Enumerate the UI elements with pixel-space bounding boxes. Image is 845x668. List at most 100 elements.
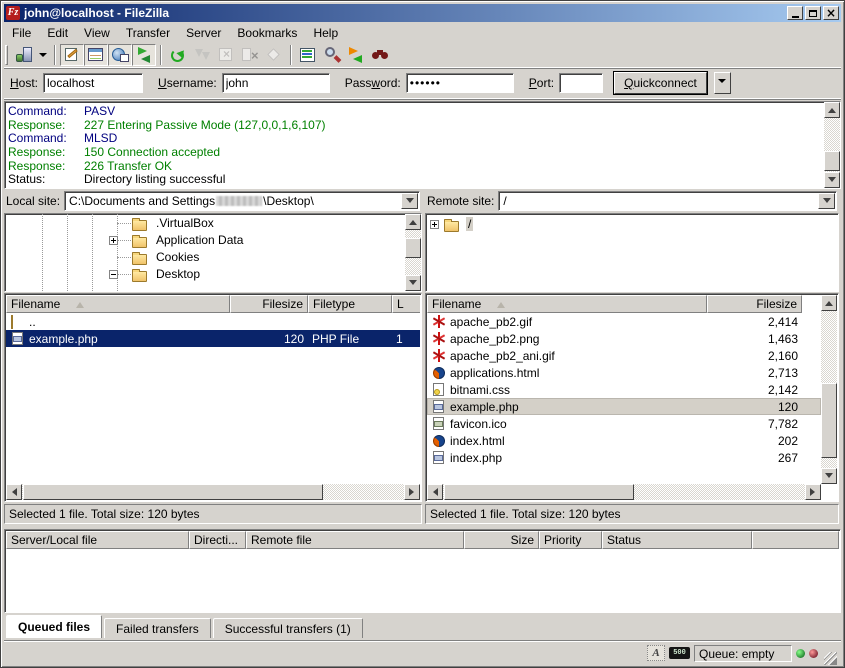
file-row[interactable]: example.php120PHP File1 xyxy=(6,330,420,347)
log-message: 150 Connection accepted xyxy=(84,145,220,159)
toolbar-grip[interactable] xyxy=(5,45,8,65)
scrollbar-thumb[interactable] xyxy=(23,484,323,500)
queue-column-size[interactable]: Size xyxy=(464,531,539,549)
local-site-combobox[interactable]: C:\Documents and Settings\Desktop\ xyxy=(64,191,420,211)
expand-icon[interactable] xyxy=(109,236,118,245)
toggle-transfer-queue-button[interactable] xyxy=(132,44,156,66)
column-header-filetype[interactable]: Filetype xyxy=(308,295,392,313)
log-message: 227 Entering Passive Mode (127,0,0,1,6,1… xyxy=(84,118,326,132)
synchronized-browsing-button[interactable] xyxy=(344,44,368,66)
file-row[interactable]: apache_pb2_ani.gif2,160 xyxy=(427,347,821,364)
scrollbar-thumb[interactable] xyxy=(821,383,837,458)
tree-item-desktop[interactable]: Desktop xyxy=(5,266,421,283)
site-manager-button[interactable] xyxy=(12,44,36,66)
username-input[interactable] xyxy=(222,73,330,93)
quickconnect-dropdown-button[interactable] xyxy=(714,72,731,94)
password-input[interactable] xyxy=(406,73,514,93)
tree-item-application-data[interactable]: Application Data xyxy=(5,232,421,249)
scroll-left-button[interactable] xyxy=(427,484,443,500)
file-size-cell: 120 xyxy=(707,400,802,414)
arrow-up-icon xyxy=(828,104,836,113)
local-site-dropdown-button[interactable] xyxy=(401,193,418,209)
collapse-icon[interactable] xyxy=(109,270,118,279)
tab-failed-transfers[interactable]: Failed transfers xyxy=(104,618,211,638)
toggle-local-tree-button[interactable] xyxy=(84,44,108,66)
transfer-type-ascii-icon[interactable]: A xyxy=(647,645,665,661)
local-list-hscrollbar[interactable] xyxy=(6,484,420,500)
scroll-down-button[interactable] xyxy=(821,468,837,484)
disconnect-button[interactable] xyxy=(238,44,262,66)
port-input[interactable] xyxy=(559,73,603,93)
directory-comparison-button[interactable] xyxy=(296,44,320,66)
menu-item-edit[interactable]: Edit xyxy=(39,24,76,42)
clear-queue-button[interactable] xyxy=(262,44,286,66)
queue-column-server-local-file[interactable]: Server/Local file xyxy=(6,531,189,549)
remote-site-dropdown-button[interactable] xyxy=(818,193,835,209)
remote-list-body: apache_pb2.gif2,414apache_pb2.png1,463ap… xyxy=(427,313,821,484)
queue-column-priority[interactable]: Priority xyxy=(539,531,602,549)
menu-item-transfer[interactable]: Transfer xyxy=(118,24,178,42)
remote-list-hscrollbar[interactable] xyxy=(427,484,821,500)
scroll-right-button[interactable] xyxy=(805,484,821,500)
column-header-filename[interactable]: Filename xyxy=(427,295,707,313)
menu-item-help[interactable]: Help xyxy=(305,24,346,42)
cancel-operation-button[interactable] xyxy=(214,44,238,66)
scroll-left-button[interactable] xyxy=(6,484,22,500)
scroll-up-button[interactable] xyxy=(824,102,840,118)
process-queue-button[interactable] xyxy=(190,44,214,66)
queue-column-directi-[interactable]: Directi... xyxy=(189,531,246,549)
expand-icon[interactable] xyxy=(430,220,439,229)
column-header-label: Directi... xyxy=(194,533,238,547)
host-input[interactable] xyxy=(43,73,143,93)
message-log-scrollbar[interactable] xyxy=(824,102,840,188)
menu-item-view[interactable]: View xyxy=(76,24,118,42)
queue-column-empty[interactable] xyxy=(752,531,839,549)
toggle-remote-tree-button[interactable] xyxy=(108,44,132,66)
menu-item-server[interactable]: Server xyxy=(178,24,229,42)
file-row[interactable]: applications.html2,713 xyxy=(427,364,821,381)
toggle-message-log-button[interactable] xyxy=(60,44,84,66)
remote-list-vscrollbar[interactable] xyxy=(821,295,837,484)
queue-column-status[interactable]: Status xyxy=(602,531,752,549)
close-button[interactable]: × xyxy=(823,6,839,20)
tree-item-root[interactable]: / xyxy=(426,216,838,233)
file-row[interactable]: apache_pb2.png1,463 xyxy=(427,330,821,347)
queue-column-remote-file[interactable]: Remote file xyxy=(246,531,464,549)
tree-item-cookies[interactable]: Cookies xyxy=(5,249,421,266)
resize-grip[interactable] xyxy=(824,652,837,665)
remote-pane: Remote site: / / FilenameFilesize apache… xyxy=(425,189,839,525)
file-row[interactable]: .. xyxy=(6,313,420,330)
tab-queued-files[interactable]: Queued files xyxy=(6,615,102,638)
scrollbar-thumb[interactable] xyxy=(824,151,840,171)
column-header-filesize[interactable]: Filesize xyxy=(230,295,308,313)
title-bar[interactable]: Fz john@localhost - FileZilla × xyxy=(4,4,841,22)
scrollbar-thumb[interactable] xyxy=(444,484,634,500)
file-row[interactable]: index.html202 xyxy=(427,432,821,449)
remote-site-label: Remote site: xyxy=(427,194,494,208)
column-header-filename[interactable]: Filename xyxy=(6,295,230,313)
file-row[interactable]: bitnami.css2,142 xyxy=(427,381,821,398)
remote-site-combobox[interactable]: / xyxy=(498,191,837,211)
quickconnect-button[interactable]: Quickconnect xyxy=(614,72,707,94)
file-row[interactable]: favicon.ico7,782 xyxy=(427,415,821,432)
site-manager-dropdown-button[interactable] xyxy=(36,44,50,66)
maximize-button[interactable] xyxy=(805,6,821,20)
menu-item-file[interactable]: File xyxy=(4,24,39,42)
column-header-l[interactable]: L xyxy=(392,295,420,313)
scroll-right-button[interactable] xyxy=(404,484,420,500)
scroll-up-button[interactable] xyxy=(821,295,837,311)
log-message: 226 Transfer OK xyxy=(84,159,172,173)
tree-item--virtualbox[interactable]: .VirtualBox xyxy=(5,215,421,232)
scroll-down-button[interactable] xyxy=(824,172,840,188)
filter-button[interactable] xyxy=(368,44,392,66)
filelist-search-button[interactable] xyxy=(320,44,344,66)
menu-item-bookmarks[interactable]: Bookmarks xyxy=(229,24,305,42)
file-row[interactable]: example.php120 xyxy=(427,398,821,415)
minimize-button[interactable] xyxy=(787,6,803,20)
speed-limit-icon[interactable]: 500 xyxy=(669,647,690,659)
refresh-button[interactable] xyxy=(166,44,190,66)
file-row[interactable]: apache_pb2.gif2,414 xyxy=(427,313,821,330)
column-header-filesize[interactable]: Filesize xyxy=(707,295,802,313)
tab-successful-transfers-1-[interactable]: Successful transfers (1) xyxy=(213,618,363,638)
file-row[interactable]: index.php267 xyxy=(427,449,821,466)
